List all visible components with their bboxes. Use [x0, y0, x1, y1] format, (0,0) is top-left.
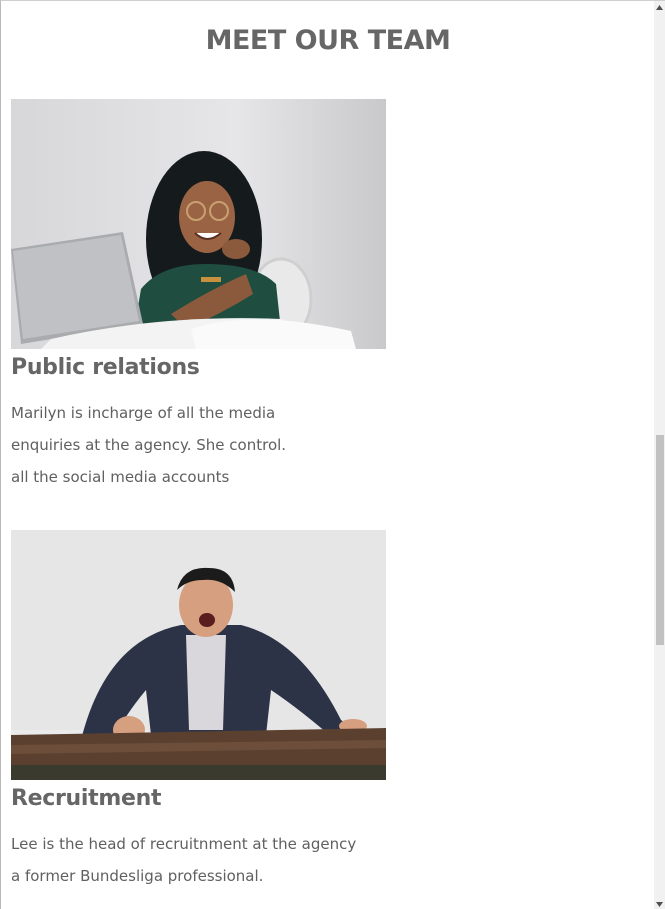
scroll-thumb[interactable]	[656, 435, 664, 645]
browser-viewport: MEET OUR TEAM Public relations Marilyn i…	[0, 0, 665, 909]
description-line: enquiries at the agency. She control.	[11, 436, 287, 454]
description-line: Marilyn is incharge of all the media	[11, 404, 276, 422]
photo-woman-at-laptop	[11, 99, 386, 349]
triangle-up-icon	[656, 4, 663, 10]
description-line: a former Bundesliga professional.	[11, 867, 264, 885]
scroll-down-button[interactable]	[654, 898, 665, 909]
team-role-title: Recruitment	[11, 786, 162, 811]
team-description: Lee is the head of recruitnment at the a…	[11, 828, 391, 892]
triangle-down-icon	[656, 901, 663, 907]
team-photo-lee	[11, 530, 386, 780]
scroll-up-button[interactable]	[654, 1, 665, 13]
photo-man-at-desk	[11, 530, 386, 780]
description-line: Lee is the head of recruitnment at the a…	[11, 835, 357, 853]
team-photo-marilyn	[11, 99, 386, 349]
description-line: all the social media accounts	[11, 468, 230, 486]
team-role-title: Public relations	[11, 355, 200, 380]
team-card-recruitment: Recruitment Lee is the head of recruitnm…	[11, 530, 391, 892]
page-content: MEET OUR TEAM Public relations Marilyn i…	[1, 1, 649, 909]
team-card-public-relations: Public relations Marilyn is incharge of …	[11, 99, 391, 493]
section-title: MEET OUR TEAM	[205, 25, 451, 56]
team-description: Marilyn is incharge of all the media enq…	[11, 397, 391, 493]
vertical-scrollbar[interactable]	[654, 1, 665, 909]
